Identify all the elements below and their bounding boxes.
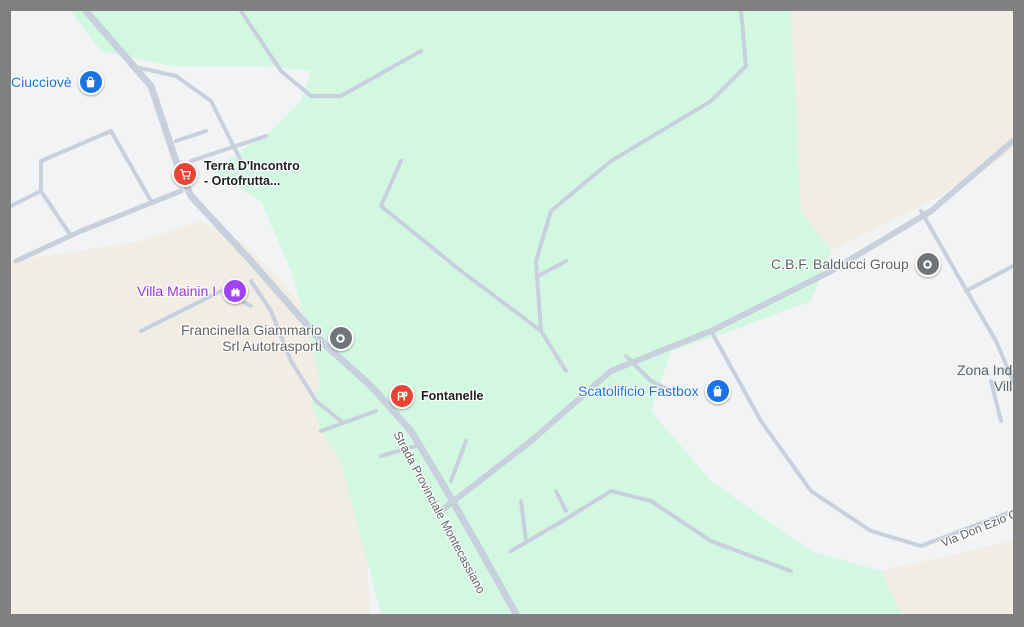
poi-label: Terra D'Incontro - Ortofrutta... bbox=[204, 159, 300, 189]
shopping-bag-icon bbox=[704, 378, 731, 404]
castle-icon bbox=[222, 278, 249, 304]
poi-scatolificio-fastbox[interactable]: Scatolificio Fastbox bbox=[578, 378, 731, 404]
poi-label: C.B.F. Balducci Group bbox=[771, 256, 909, 272]
poi-label: Fontanelle bbox=[421, 388, 484, 403]
poi-label-line: Terra D'Incontro bbox=[204, 159, 300, 173]
poi-label: Villa Mainin I bbox=[137, 283, 217, 299]
poi-label: Francinella Giammario Srl Autotrasporti bbox=[181, 322, 322, 354]
poi-label-line: Srl Autotrasporti bbox=[222, 338, 322, 354]
place-dot-icon bbox=[914, 251, 941, 277]
poi-label-line: - Ortofrutta... bbox=[204, 174, 281, 188]
shopping-cart-icon bbox=[172, 161, 198, 187]
area-label-line: Zona Ind bbox=[957, 362, 1013, 378]
map-canvas[interactable] bbox=[11, 11, 1013, 614]
poi-terra-dincontro[interactable]: Terra D'Incontro - Ortofrutta... bbox=[172, 159, 300, 189]
map-frame[interactable]: Ciucciovè Terra D'Incontro - Ortofrutta.… bbox=[11, 11, 1013, 614]
poi-balducci[interactable]: C.B.F. Balducci Group bbox=[771, 251, 941, 277]
poi-villa-mainin[interactable]: Villa Mainin I bbox=[137, 278, 249, 304]
poi-label: Scatolificio Fastbox bbox=[578, 383, 699, 399]
area-label-zona-industriale: Zona Ind Vill bbox=[957, 362, 1012, 394]
restaurant-icon bbox=[389, 383, 415, 409]
place-dot-icon bbox=[327, 325, 354, 351]
poi-fontanelle[interactable]: Fontanelle bbox=[389, 383, 484, 409]
poi-francinella[interactable]: Francinella Giammario Srl Autotrasporti bbox=[181, 322, 354, 354]
shopping-bag-icon bbox=[77, 69, 104, 95]
poi-label-line: Francinella Giammario bbox=[181, 322, 322, 338]
area-label-line: Vill bbox=[993, 378, 1013, 394]
poi-ciucciove[interactable]: Ciucciovè bbox=[11, 69, 104, 95]
poi-label: Ciucciovè bbox=[11, 74, 72, 90]
